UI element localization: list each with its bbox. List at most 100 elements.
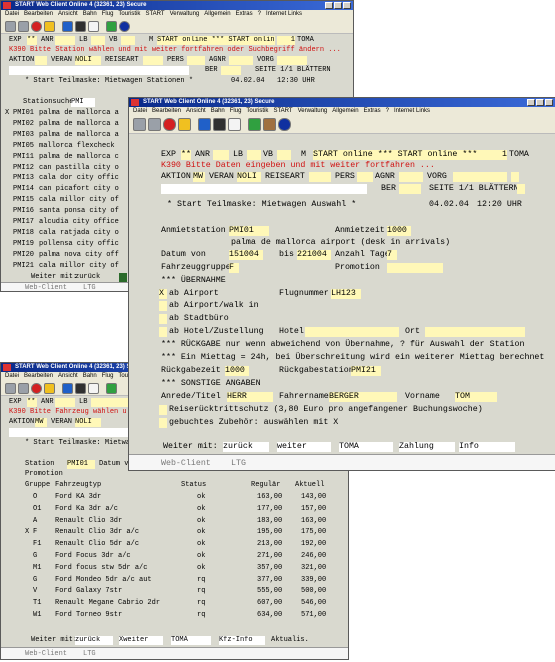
flugnummer-field[interactable]: LH123 xyxy=(331,289,361,299)
menu-bahn[interactable]: Bahn xyxy=(83,373,97,379)
exp-field[interactable]: ** xyxy=(27,398,37,407)
zahlung-button[interactable]: Zahlung xyxy=(399,442,455,452)
close-icon[interactable] xyxy=(545,99,553,106)
menu-touristik[interactable]: Touristik xyxy=(246,108,268,114)
vb-field[interactable] xyxy=(121,36,135,45)
print-icon[interactable] xyxy=(44,20,55,32)
menu-datei[interactable]: Datei xyxy=(5,373,19,379)
ber-field[interactable] xyxy=(399,184,421,194)
vorg-extra-field[interactable] xyxy=(511,172,519,182)
vorg-field[interactable] xyxy=(453,172,507,182)
open-icon[interactable] xyxy=(148,118,161,131)
toma-button[interactable]: TOMA xyxy=(339,442,393,452)
maximize-icon[interactable] xyxy=(536,99,544,106)
menu-ansicht[interactable]: Ansicht xyxy=(186,108,206,114)
opt-walk-check[interactable] xyxy=(159,301,167,311)
station-select-mark[interactable]: X xyxy=(5,109,9,117)
maximize-icon[interactable] xyxy=(334,2,342,9)
menu-touristik[interactable]: Touristik xyxy=(118,11,140,17)
opt-airport-check[interactable]: X xyxy=(159,289,167,299)
send-icon[interactable] xyxy=(198,118,211,131)
anr-field[interactable] xyxy=(55,398,75,407)
menu-bearbeiten[interactable]: Bearbeiten xyxy=(24,11,53,17)
anmietzeit-field[interactable]: 1000 xyxy=(387,226,411,236)
opt-stadt-check[interactable] xyxy=(159,314,167,324)
status-field[interactable]: START online *** START online *** xyxy=(157,36,275,45)
rueckgabestation-field[interactable]: PMI21 xyxy=(351,366,381,376)
menu-datei[interactable]: Datei xyxy=(133,108,147,114)
counter-field[interactable]: 1 xyxy=(497,150,507,160)
toma-button[interactable]: TOMA xyxy=(171,636,211,645)
reiseart-field[interactable] xyxy=(309,172,331,182)
agnr-field[interactable] xyxy=(399,172,423,182)
screen-icon[interactable] xyxy=(213,118,226,131)
screen-icon[interactable] xyxy=(75,382,86,394)
zubehoer-check[interactable] xyxy=(159,418,167,428)
info-button[interactable]: Info xyxy=(459,442,515,452)
menu-help[interactable]: ? xyxy=(386,108,389,114)
vb-field[interactable] xyxy=(277,150,291,160)
reiseruecktritt-check[interactable] xyxy=(159,405,167,415)
vorname-field[interactable]: TOM xyxy=(455,392,497,402)
rueckgabezeit-field[interactable]: 1000 xyxy=(225,366,249,376)
vehicle-select-mark[interactable]: X xyxy=(25,528,29,536)
veran-field[interactable]: NOLI xyxy=(75,418,101,427)
menu-start[interactable]: START xyxy=(273,108,292,114)
lb-field[interactable] xyxy=(91,36,105,45)
datum-von-field[interactable]: 151004 xyxy=(229,250,263,260)
aktion-field[interactable] xyxy=(35,56,47,65)
seite-label[interactable]: SEITE 1/1 BLÄTTERN xyxy=(429,184,519,193)
veran-field[interactable]: NOLI xyxy=(237,172,261,182)
opt-hotel-check[interactable] xyxy=(159,327,167,337)
station-field[interactable]: PMI01 xyxy=(67,460,95,469)
menu-internet-links[interactable]: Internet Links xyxy=(394,108,430,114)
menu-internet-links[interactable]: Internet Links xyxy=(266,11,302,17)
open-icon[interactable] xyxy=(18,20,29,32)
window-title-bar[interactable]: START Web Client Online 4 (32361, 23) Se… xyxy=(129,98,555,107)
new-icon[interactable] xyxy=(133,118,146,131)
ort-field[interactable] xyxy=(425,327,525,337)
weiter-toggle[interactable] xyxy=(119,273,127,282)
seite-label[interactable]: SEITE 1/1 BLÄTTERN xyxy=(255,66,331,74)
refresh-icon[interactable] xyxy=(106,382,117,394)
search-term-field[interactable] xyxy=(9,66,189,75)
menu-bearbeiten[interactable]: Bearbeiten xyxy=(152,108,181,114)
anmietstation-field[interactable]: PMI01 xyxy=(229,226,269,236)
anzahl-tage-field[interactable]: 7 xyxy=(387,250,397,260)
menu-verwaltung[interactable]: Verwaltung xyxy=(298,108,328,114)
minimize-icon[interactable] xyxy=(325,2,333,9)
lb-field[interactable] xyxy=(91,398,131,407)
zurueck-button[interactable]: zurück xyxy=(75,636,113,645)
reiseart-field[interactable] xyxy=(143,56,163,65)
print-icon[interactable] xyxy=(44,382,55,394)
menu-allgemein[interactable]: Allgemein xyxy=(204,11,230,17)
anrede-field[interactable]: HERR xyxy=(227,392,273,402)
send-icon[interactable] xyxy=(62,382,73,394)
zurueck-button[interactable]: zurück xyxy=(75,273,100,281)
status-field[interactable]: START online *** START online *** xyxy=(313,150,497,160)
anr-field[interactable] xyxy=(213,150,229,160)
promotion-field[interactable] xyxy=(387,263,443,273)
vorg-field[interactable] xyxy=(277,56,307,65)
send-icon[interactable] xyxy=(62,20,73,32)
page-icon[interactable] xyxy=(228,118,241,131)
tools-icon[interactable] xyxy=(263,118,276,131)
menu-bahn[interactable]: Bahn xyxy=(83,11,97,17)
page-icon[interactable] xyxy=(88,382,99,394)
stop-icon[interactable] xyxy=(163,118,176,131)
print-icon[interactable] xyxy=(178,118,191,131)
stop-icon[interactable] xyxy=(31,382,42,394)
fahrername-field[interactable]: BERGER xyxy=(329,392,397,402)
window-title-bar[interactable]: START Web Client Online 4 (32361, 23) Se… xyxy=(1,1,353,10)
counter-field[interactable]: 1 xyxy=(277,36,295,45)
aktion-field[interactable]: MW xyxy=(35,418,47,427)
menu-ansicht[interactable]: Ansicht xyxy=(58,373,78,379)
pers-field[interactable] xyxy=(187,56,205,65)
menu-bearbeiten[interactable]: Bearbeiten xyxy=(24,373,53,379)
aktualis-button[interactable]: Aktualis. xyxy=(271,636,309,644)
new-icon[interactable] xyxy=(5,382,16,394)
anr-field[interactable] xyxy=(55,36,75,45)
menu-verwaltung[interactable]: Verwaltung xyxy=(170,11,200,17)
exp-field[interactable]: ** xyxy=(27,36,37,45)
search-term-field[interactable] xyxy=(161,184,367,194)
